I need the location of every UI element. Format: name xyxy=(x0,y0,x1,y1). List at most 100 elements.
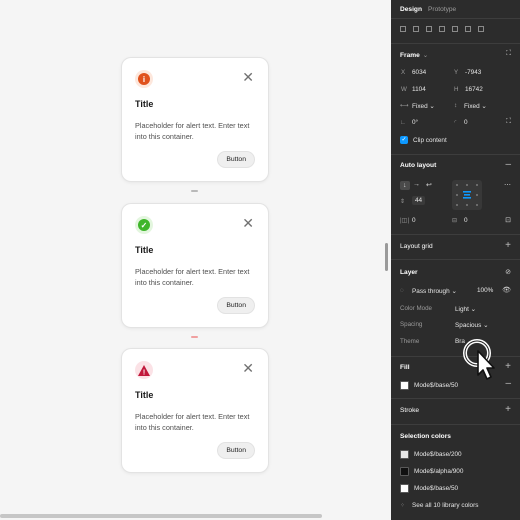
w-input[interactable]: 1104 xyxy=(412,86,426,93)
distribute-icon[interactable] xyxy=(478,26,484,32)
properties-panel: Design Prototype Frame ⌄ ⛶ X 6034 Y -7943… xyxy=(391,0,520,520)
fill-title: Fill xyxy=(400,364,410,371)
spacing-mode-select[interactable]: Spacious ⌄ xyxy=(455,321,488,329)
align-left-icon[interactable] xyxy=(400,26,406,32)
add-fill-icon[interactable]: + xyxy=(505,362,511,372)
close-icon[interactable]: ✕ xyxy=(242,70,254,84)
opacity-input[interactable]: 100% xyxy=(477,287,493,294)
clip-content-checkbox[interactable]: ✓ xyxy=(400,136,408,144)
theme-select[interactable]: Bra xyxy=(455,338,465,345)
tab-design[interactable]: Design xyxy=(400,6,422,13)
individual-padding-icon[interactable]: ⊡ xyxy=(505,216,511,224)
layer-mode-icon[interactable]: ⊘ xyxy=(505,268,511,276)
width-mode-select[interactable]: Fixed ⌄ xyxy=(412,102,435,110)
check-icon: ✓ xyxy=(135,216,153,234)
close-icon[interactable]: ✕ xyxy=(242,361,254,375)
canvas[interactable]: i ✕ Title Placeholder for alert text. En… xyxy=(0,0,391,520)
alert-card-warning[interactable]: ! ✕ Title Placeholder for alert text. En… xyxy=(121,348,269,473)
selection-color-swatch[interactable] xyxy=(400,450,409,459)
alert-body: Placeholder for alert text. Enter text i… xyxy=(135,267,250,287)
h-label: H xyxy=(454,86,459,93)
spacing-marker xyxy=(191,336,198,338)
add-layout-grid-icon[interactable]: + xyxy=(505,241,511,251)
selection-colors-title: Selection colors xyxy=(400,433,451,440)
vertical-scrollbar[interactable] xyxy=(385,243,388,271)
alignment-grid[interactable] xyxy=(452,180,482,210)
spacing-input[interactable]: 44 xyxy=(412,196,426,205)
height-mode-select[interactable]: Fixed ⌄ xyxy=(464,102,487,110)
theme-label: Theme xyxy=(400,338,420,345)
layout-grid-title: Layout grid xyxy=(400,243,433,250)
fill-style-name[interactable]: Mode$/base/50 xyxy=(414,382,458,389)
alert-button[interactable]: Button xyxy=(217,151,255,168)
padding-horizontal-icon: |◫| xyxy=(400,217,410,224)
tab-prototype[interactable]: Prototype xyxy=(428,6,456,13)
alert-card-success[interactable]: ✓ ✕ Title Placeholder for alert text. En… xyxy=(121,203,269,328)
horizontal-scrollbar[interactable] xyxy=(0,514,322,518)
close-icon[interactable]: ✕ xyxy=(242,216,254,230)
spacing-mode-label: Spacing xyxy=(400,321,423,328)
x-input[interactable]: 6034 xyxy=(412,69,426,76)
alert-body: Placeholder for alert text. Enter text i… xyxy=(135,121,250,141)
remove-fill-icon[interactable]: – xyxy=(505,379,511,389)
padding-vertical-icon: ⊟ xyxy=(452,217,458,224)
alert-title: Title xyxy=(135,390,154,400)
selection-color-swatch[interactable] xyxy=(400,467,409,476)
spacing-marker xyxy=(191,190,198,192)
rotation-icon: ∟ xyxy=(400,119,407,126)
height-resize-icon: ↕ xyxy=(454,102,458,109)
spacing-icon: ⇕ xyxy=(400,198,406,205)
color-mode-label: Color Mode xyxy=(400,305,432,312)
h-input[interactable]: 16742 xyxy=(465,86,483,93)
blend-mode-select[interactable]: Pass through ⌄ xyxy=(412,287,457,295)
w-label: W xyxy=(401,86,407,93)
y-label: Y xyxy=(454,69,459,76)
library-icon: ⁘ xyxy=(400,502,406,509)
alert-card-info[interactable]: i ✕ Title Placeholder for alert text. En… xyxy=(121,57,269,182)
add-stroke-icon[interactable]: + xyxy=(505,405,511,415)
stroke-title: Stroke xyxy=(400,407,420,414)
direction-vertical-icon[interactable]: ↓ xyxy=(400,181,410,190)
layer-title: Layer xyxy=(400,269,418,276)
alert-body: Placeholder for alert text. Enter text i… xyxy=(135,412,250,432)
blend-mode-icon: ◌ xyxy=(400,287,404,294)
align-center-h-icon[interactable] xyxy=(413,26,419,32)
align-center-v-icon[interactable] xyxy=(452,26,458,32)
align-bottom-icon[interactable] xyxy=(465,26,471,32)
fill-swatch[interactable] xyxy=(400,381,409,390)
selection-color-name[interactable]: Mode$/base/200 xyxy=(414,451,462,458)
corner-radius-input[interactable]: 0 xyxy=(464,119,468,126)
more-options-icon[interactable]: ⋯ xyxy=(504,181,511,189)
align-top-icon[interactable] xyxy=(439,26,445,32)
clip-content-label: Clip content xyxy=(413,137,447,144)
svg-text:!: ! xyxy=(143,369,145,375)
rotation-input[interactable]: 0° xyxy=(412,119,418,126)
alert-title: Title xyxy=(135,245,154,255)
selection-color-name[interactable]: Mode$/alpha/900 xyxy=(414,468,463,475)
padding-horizontal-input[interactable]: 0 xyxy=(412,217,416,224)
see-all-colors-link[interactable]: See all 10 library colors xyxy=(412,502,478,509)
warning-icon: ! xyxy=(135,361,153,379)
corner-radius-icon: ◜ xyxy=(454,119,457,126)
frame-section-title[interactable]: Frame ⌄ xyxy=(400,51,428,59)
alert-title: Title xyxy=(135,99,154,109)
eye-icon[interactable]: 👁 xyxy=(502,286,511,294)
selection-color-name[interactable]: Mode$/base/50 xyxy=(414,485,458,492)
selection-color-swatch[interactable] xyxy=(400,484,409,493)
remove-auto-layout-icon[interactable]: – xyxy=(505,160,511,170)
auto-layout-title: Auto layout xyxy=(400,162,437,169)
direction-horizontal-icon[interactable]: → xyxy=(413,181,420,188)
padding-vertical-input[interactable]: 0 xyxy=(464,217,468,224)
resize-to-fit-icon[interactable]: ⛶ xyxy=(506,50,511,58)
alignment-toolbar xyxy=(400,26,484,32)
alert-button[interactable]: Button xyxy=(217,297,255,314)
independent-corners-icon[interactable]: ⛶ xyxy=(506,118,511,126)
info-icon: i xyxy=(135,70,153,88)
align-right-icon[interactable] xyxy=(426,26,432,32)
y-input[interactable]: -7943 xyxy=(465,69,481,76)
alert-button[interactable]: Button xyxy=(217,442,255,459)
width-resize-icon: ⟷ xyxy=(400,102,409,109)
wrap-icon[interactable]: ↩ xyxy=(426,181,432,189)
x-label: X xyxy=(401,69,406,76)
color-mode-select[interactable]: Light ⌄ xyxy=(455,305,476,313)
